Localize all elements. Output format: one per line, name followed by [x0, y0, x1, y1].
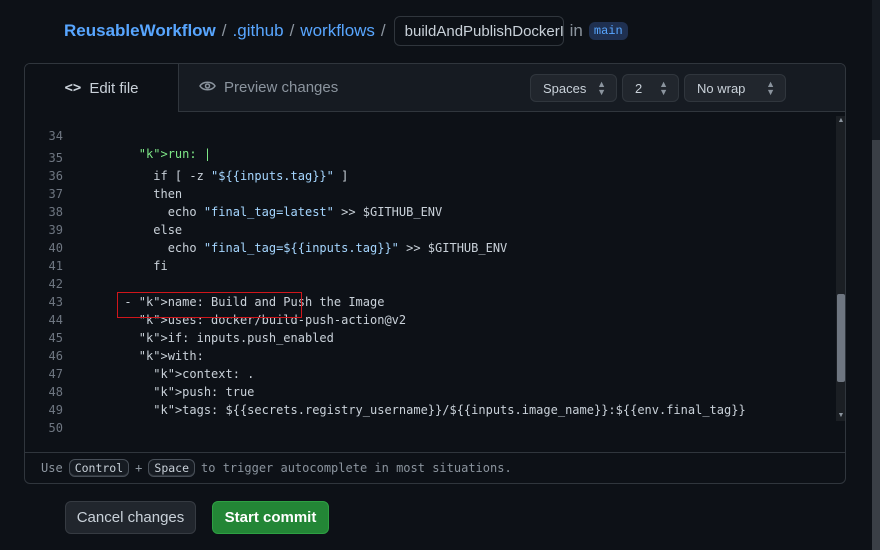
indent-size-select[interactable]: 2 ▲ ▼	[622, 74, 679, 102]
breadcrumb-separator: /	[289, 21, 295, 40]
wrap-mode-value: No wrap	[697, 80, 746, 96]
line-number: 50	[48, 421, 63, 435]
scrollbar-thumb[interactable]	[837, 294, 845, 382]
code-line: 45 "k">with:	[25, 311, 204, 363]
line-text: fi	[81, 259, 168, 273]
page-scrollbar[interactable]	[872, 0, 880, 550]
hint-suffix: to trigger autocomplete in most situatio…	[201, 461, 512, 475]
line-text: then	[81, 187, 183, 201]
editor-scrollbar[interactable]: ▲ ▼	[836, 116, 845, 421]
indent-mode-select[interactable]: Spaces ▲ ▼	[530, 74, 617, 102]
breadcrumb-github-link[interactable]: .github	[233, 21, 284, 41]
file-editor: <> Edit file Preview changes Spaces ▲ ▼ 2…	[24, 63, 846, 484]
scroll-up-arrow-icon[interactable]: ▲	[836, 116, 845, 126]
breadcrumb-repo-link[interactable]: ReusableWorkflow	[64, 21, 216, 41]
filename-input[interactable]: buildAndPublishDockerIm	[393, 16, 564, 46]
code-line: 36 then	[25, 149, 183, 201]
code-line: 48 "k">tags: ${{secrets.registry_usernam…	[25, 365, 746, 417]
code-icon: <>	[64, 80, 82, 96]
tab-edit-file[interactable]: <> Edit file	[25, 64, 179, 112]
breadcrumb-separator: /	[221, 21, 227, 40]
line-text: if [ -z "${{inputs.tag}}" ]	[81, 169, 349, 183]
code-line: 38 else	[25, 185, 183, 237]
cancel-changes-button[interactable]: Cancel changes	[65, 501, 196, 534]
select-caret-icon: ▲ ▼	[766, 79, 775, 97]
kbd-control: Control	[68, 459, 130, 477]
code-line: 44 "k">if: inputs.push_enabled	[25, 293, 334, 345]
tab-preview-changes[interactable]: Preview changes	[199, 64, 338, 111]
line-text: "k">with:	[138, 349, 204, 363]
line-text: "k">push: true	[153, 385, 255, 399]
scroll-down-arrow-icon[interactable]: ▼	[836, 411, 845, 421]
line-text: "k">context: .	[153, 367, 255, 381]
code-line: 47 "k">push: true	[25, 347, 255, 399]
kbd-space: Space	[148, 459, 196, 477]
hint-prefix: Use	[41, 461, 63, 475]
hint-plus: +	[135, 461, 143, 475]
line-text: echo "final_tag=${{inputs.tag}}" >> $GIT…	[81, 241, 508, 255]
code-line: 41	[25, 239, 68, 273]
breadcrumb-workflows-link[interactable]: workflows	[300, 21, 375, 41]
indent-size-value: 2	[635, 80, 643, 96]
select-caret-icon: ▲ ▼	[659, 79, 668, 97]
wrap-mode-select[interactable]: No wrap ▲ ▼	[684, 74, 786, 102]
eye-icon	[199, 79, 216, 96]
code-line: 39 echo "final_tag=${{inputs.tag}}" >> $…	[25, 203, 508, 255]
code-line: 34 "k">run: |	[25, 119, 212, 161]
code-line: 46 "k">context: .	[25, 329, 255, 381]
highlight-annotation-box	[117, 292, 302, 318]
code-line: 35 if [ -z "${{inputs.tag}}" ]	[25, 131, 349, 183]
indent-mode-value: Spaces	[543, 80, 587, 96]
select-caret-icon: ▲ ▼	[597, 79, 606, 97]
start-commit-button[interactable]: Start commit	[212, 501, 329, 534]
tab-edit-file-label: Edit file	[89, 79, 139, 97]
line-text: echo "final_tag=latest" >> $GITHUB_ENV	[81, 205, 443, 219]
code-area[interactable]: 34 "k">run: | 35 if [ -z "${{inputs.tag}…	[25, 119, 835, 476]
breadcrumb-separator: /	[380, 21, 386, 40]
breadcrumb: ReusableWorkflow / .github / workflows /…	[64, 14, 628, 48]
tab-preview-changes-label: Preview changes	[224, 79, 339, 96]
code-line: 42 - "k">name: Build and Push the Image	[25, 257, 385, 309]
autocomplete-hint: Use Control + Space to trigger autocompl…	[25, 452, 845, 483]
code-line: 40 fi	[25, 221, 168, 273]
page-scrollbar-thumb[interactable]	[872, 140, 880, 550]
branch-badge: main	[588, 22, 628, 40]
line-text: "k">tags: ${{secrets.registry_username}}…	[153, 403, 746, 417]
line-text: "k">if: inputs.push_enabled	[138, 331, 334, 345]
line-text: else	[81, 223, 183, 237]
code-line: 43 "k">uses: docker/build-push-action@v2	[25, 275, 407, 327]
code-line: 50	[25, 401, 68, 435]
line-text: "k">run: |	[138, 147, 212, 161]
editor-tabbar: <> Edit file Preview changes Spaces ▲ ▼ 2…	[25, 64, 845, 112]
code-line: 37 echo "final_tag=latest" >> $GITHUB_EN…	[25, 167, 443, 219]
in-branch-label: in	[569, 21, 583, 40]
code-line: 49	[25, 383, 68, 417]
